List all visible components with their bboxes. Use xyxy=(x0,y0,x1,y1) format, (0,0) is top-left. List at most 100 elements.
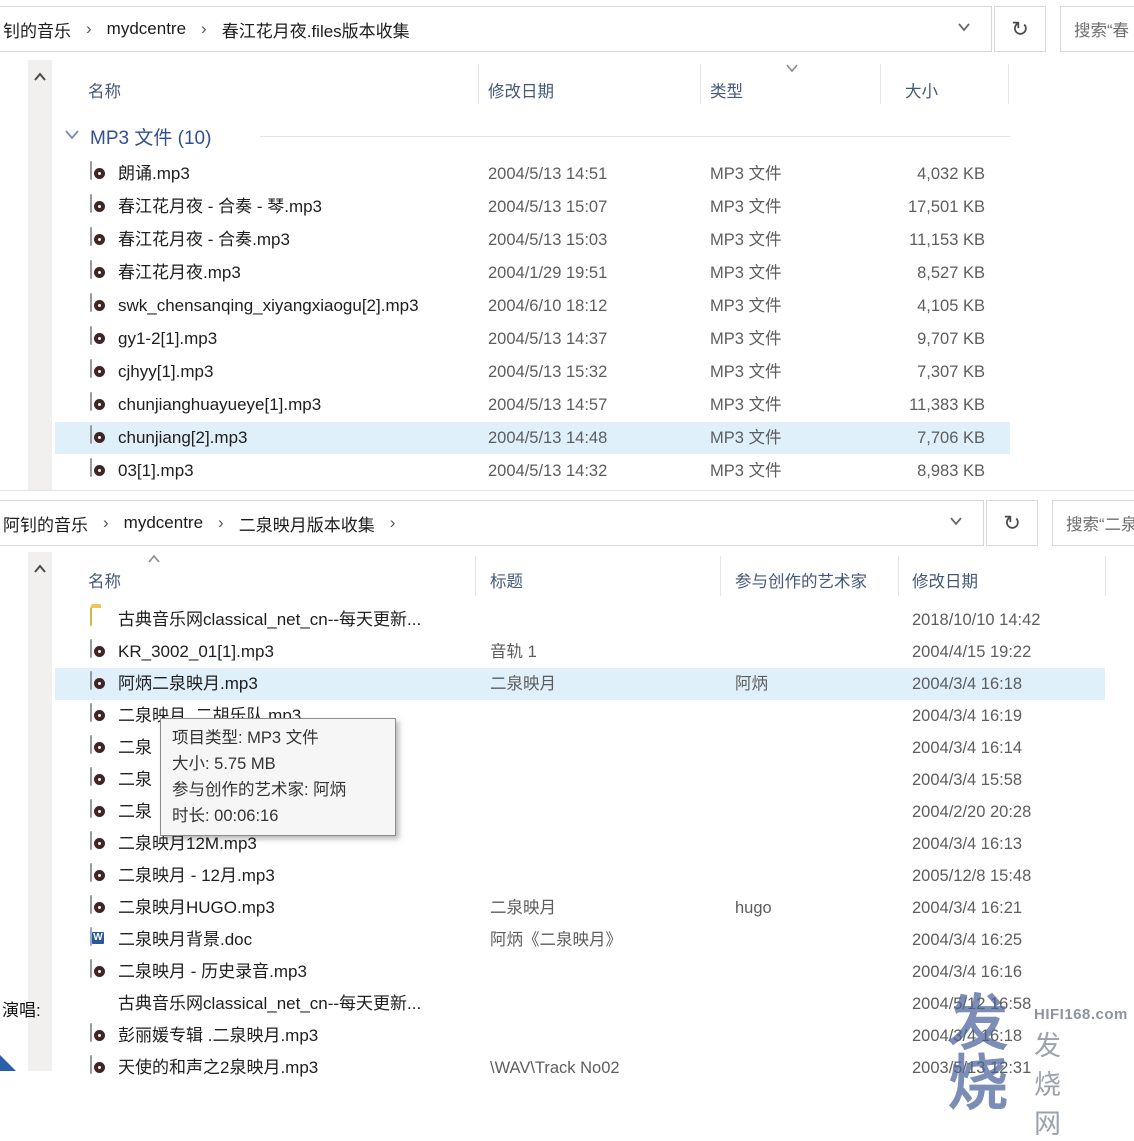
mp3-icon xyxy=(90,293,92,312)
mp3-file-icon xyxy=(90,228,92,246)
file-row[interactable]: 春江花月夜 - 合奏 - 琴.mp32004/5/13 15:07MP3 文件1… xyxy=(55,191,1010,223)
column-header-size[interactable]: 大小 xyxy=(905,78,938,102)
file-date: 2004/5/13 15:32 xyxy=(488,356,607,388)
file-size: 4,032 KB xyxy=(880,158,985,190)
watermark-logo: 发烧 xyxy=(948,994,1005,1114)
file-type: MP3 文件 xyxy=(710,158,782,190)
file-name: swk_chensanqing_xiyangxiaogu[2].mp3 xyxy=(118,290,419,322)
file-date: 2004/3/4 16:13 xyxy=(912,828,1022,860)
breadcrumb: 阿钊的音乐›mydcentre›二泉映月版本收集› xyxy=(0,511,410,536)
file-artist: 阿炳 xyxy=(735,668,768,700)
file-title: 二泉映月 xyxy=(490,668,556,700)
file-size: 8,527 KB xyxy=(880,257,985,289)
breadcrumb-item[interactable]: 春江花月夜.files版本收集 xyxy=(222,17,410,42)
refresh-button[interactable]: ↻ xyxy=(994,6,1046,52)
breadcrumb-item[interactable]: mydcentre xyxy=(107,19,186,39)
tooltip-line: 时长: 00:06:16 xyxy=(172,803,384,829)
file-name: 古典音乐网classical_net_cn--每天更新... xyxy=(118,988,421,1020)
file-row[interactable]: cjhyy[1].mp32004/5/13 15:32MP3 文件7,307 K… xyxy=(55,356,1010,388)
file-type: MP3 文件 xyxy=(710,224,782,256)
file-type: MP3 文件 xyxy=(710,323,782,355)
file-name: 春江花月夜 - 合奏 - 琴.mp3 xyxy=(118,191,322,223)
breadcrumb-item[interactable]: 二泉映月版本收集 xyxy=(239,511,375,536)
file-row[interactable]: chunjianghuayueye[1].mp32004/5/13 14:57M… xyxy=(55,389,1010,421)
vertical-scrollbar[interactable] xyxy=(28,60,52,490)
mp3-file-icon xyxy=(90,896,92,914)
file-name: cjhyy[1].mp3 xyxy=(118,356,213,388)
file-row[interactable]: swk_chensanqing_xiyangxiaogu[2].mp3 2004/… xyxy=(55,290,1010,322)
sort-indicator-icon xyxy=(148,555,160,563)
breadcrumb-separator-icon: › xyxy=(218,513,224,533)
breadcrumb-separator-icon: › xyxy=(390,513,396,533)
breadcrumb-item[interactable]: 阿钊的音乐 xyxy=(3,511,88,536)
file-row[interactable]: gy1-2[1].mp32004/5/13 14:37MP3 文件9,707 K… xyxy=(55,323,1010,355)
file-row[interactable]: 春江花月夜 - 合奏.mp32004/5/13 15:03MP3 文件11,15… xyxy=(55,224,1010,256)
column-header-type[interactable]: 类型 xyxy=(710,78,743,102)
corner-triangle xyxy=(0,1055,16,1071)
file-row[interactable]: 阿炳二泉映月.mp3二泉映月阿炳2004/3/4 16:18 xyxy=(55,668,1105,700)
file-row[interactable]: 二泉映月 - 历史录音.mp32004/3/4 16:16 xyxy=(55,956,1105,988)
file-size: 7,706 KB xyxy=(880,422,985,454)
mp3-icon xyxy=(90,1023,92,1042)
breadcrumb-item[interactable]: mydcentre xyxy=(124,513,203,533)
mp3-file-icon xyxy=(90,960,92,978)
group-collapse-icon[interactable] xyxy=(64,129,80,140)
file-date: 2004/5/13 15:03 xyxy=(488,224,607,256)
search-input[interactable]: 搜索“春 xyxy=(1060,6,1134,52)
file-row[interactable]: KR_3002_01[1].mp3音轨 12004/4/15 19:22 xyxy=(55,636,1105,668)
file-row[interactable]: 二泉映月HUGO.mp3二泉映月hugo2004/3/4 16:21 xyxy=(55,892,1105,924)
breadcrumb-item[interactable]: 钊的音乐 xyxy=(3,17,71,42)
mp3-icon xyxy=(90,799,92,818)
chevron-down-icon[interactable] xyxy=(949,516,963,526)
file-name: 二泉 xyxy=(118,732,152,764)
file-title: 阿炳《二泉映月》 xyxy=(490,924,622,956)
file-row[interactable]: 朗诵.mp32004/5/13 14:51MP3 文件4,032 KB xyxy=(55,158,1010,190)
scroll-up-icon[interactable] xyxy=(33,564,47,574)
file-row[interactable]: 二泉映月背景.doc阿炳《二泉映月》2004/3/4 16:25 xyxy=(55,924,1105,956)
search-text: 搜索“春 xyxy=(1074,17,1129,41)
vertical-scrollbar[interactable] xyxy=(28,552,52,1071)
file-date: 2005/12/8 15:48 xyxy=(912,860,1031,892)
breadcrumb-separator-icon: › xyxy=(86,19,92,39)
mp3-file-icon xyxy=(90,1056,92,1074)
file-name: 二泉映月 - 12月.mp3 xyxy=(118,860,275,892)
file-date: 2004/5/13 14:48 xyxy=(488,422,607,454)
file-title: \WAV\Track No02 xyxy=(490,1052,620,1084)
file-row[interactable]: 古典音乐网classical_net_cn--每天更新...2018/10/10… xyxy=(55,604,1105,636)
column-header-date[interactable]: 修改日期 xyxy=(488,78,554,102)
column-header-name[interactable]: 名称 xyxy=(88,568,121,592)
address-bar[interactable]: 阿钊的音乐›mydcentre›二泉映月版本收集› xyxy=(0,500,984,546)
file-row[interactable]: 03[1].mp32004/5/13 14:32MP3 文件8,983 KB xyxy=(55,455,1010,487)
mp3-icon xyxy=(90,863,92,882)
mp3-file-icon xyxy=(90,672,92,690)
file-date: 2004/6/10 18:12 xyxy=(488,290,607,322)
file-type: MP3 文件 xyxy=(710,356,782,388)
search-input[interactable]: 搜索“二泉 xyxy=(1052,500,1134,546)
chevron-down-icon[interactable] xyxy=(957,22,971,32)
column-header-date[interactable]: 修改日期 xyxy=(912,568,978,592)
file-type: MP3 文件 xyxy=(710,389,782,421)
mp3-file-icon xyxy=(90,832,92,850)
file-size: 17,501 KB xyxy=(880,191,985,223)
file-row[interactable]: chunjiang[2].mp32004/5/13 14:48MP3 文件7,7… xyxy=(55,422,1010,454)
scroll-up-icon[interactable] xyxy=(33,72,47,82)
column-header-artist[interactable]: 参与创作的艺术家 xyxy=(735,568,867,592)
mp3-file-icon xyxy=(90,360,92,378)
group-header[interactable]: MP3 文件 (10) xyxy=(90,123,211,150)
watermark-name: 发烧网 xyxy=(1034,1024,1063,1141)
file-date: 2004/5/13 14:57 xyxy=(488,389,607,421)
mp3-icon xyxy=(90,1055,92,1074)
mp3-file-icon xyxy=(90,704,92,722)
file-type: MP3 文件 xyxy=(710,422,782,454)
column-header-name[interactable]: 名称 xyxy=(88,78,121,102)
column-header-title[interactable]: 标题 xyxy=(490,568,523,592)
file-row[interactable]: 春江花月夜.mp32004/1/29 19:51MP3 文件8,527 KB xyxy=(55,257,1010,289)
file-date: 2004/5/13 14:37 xyxy=(488,323,607,355)
address-bar[interactable]: 钊的音乐›mydcentre›春江花月夜.files版本收集 xyxy=(0,6,992,52)
refresh-button[interactable]: ↻ xyxy=(986,500,1038,546)
mp3-icon xyxy=(90,735,92,754)
file-name: 春江花月夜.mp3 xyxy=(118,257,241,289)
mp3-icon xyxy=(90,194,92,213)
file-date: 2004/3/4 16:16 xyxy=(912,956,1022,988)
file-row[interactable]: 二泉映月 - 12月.mp3 2005/12/8 15:48 xyxy=(55,860,1105,892)
